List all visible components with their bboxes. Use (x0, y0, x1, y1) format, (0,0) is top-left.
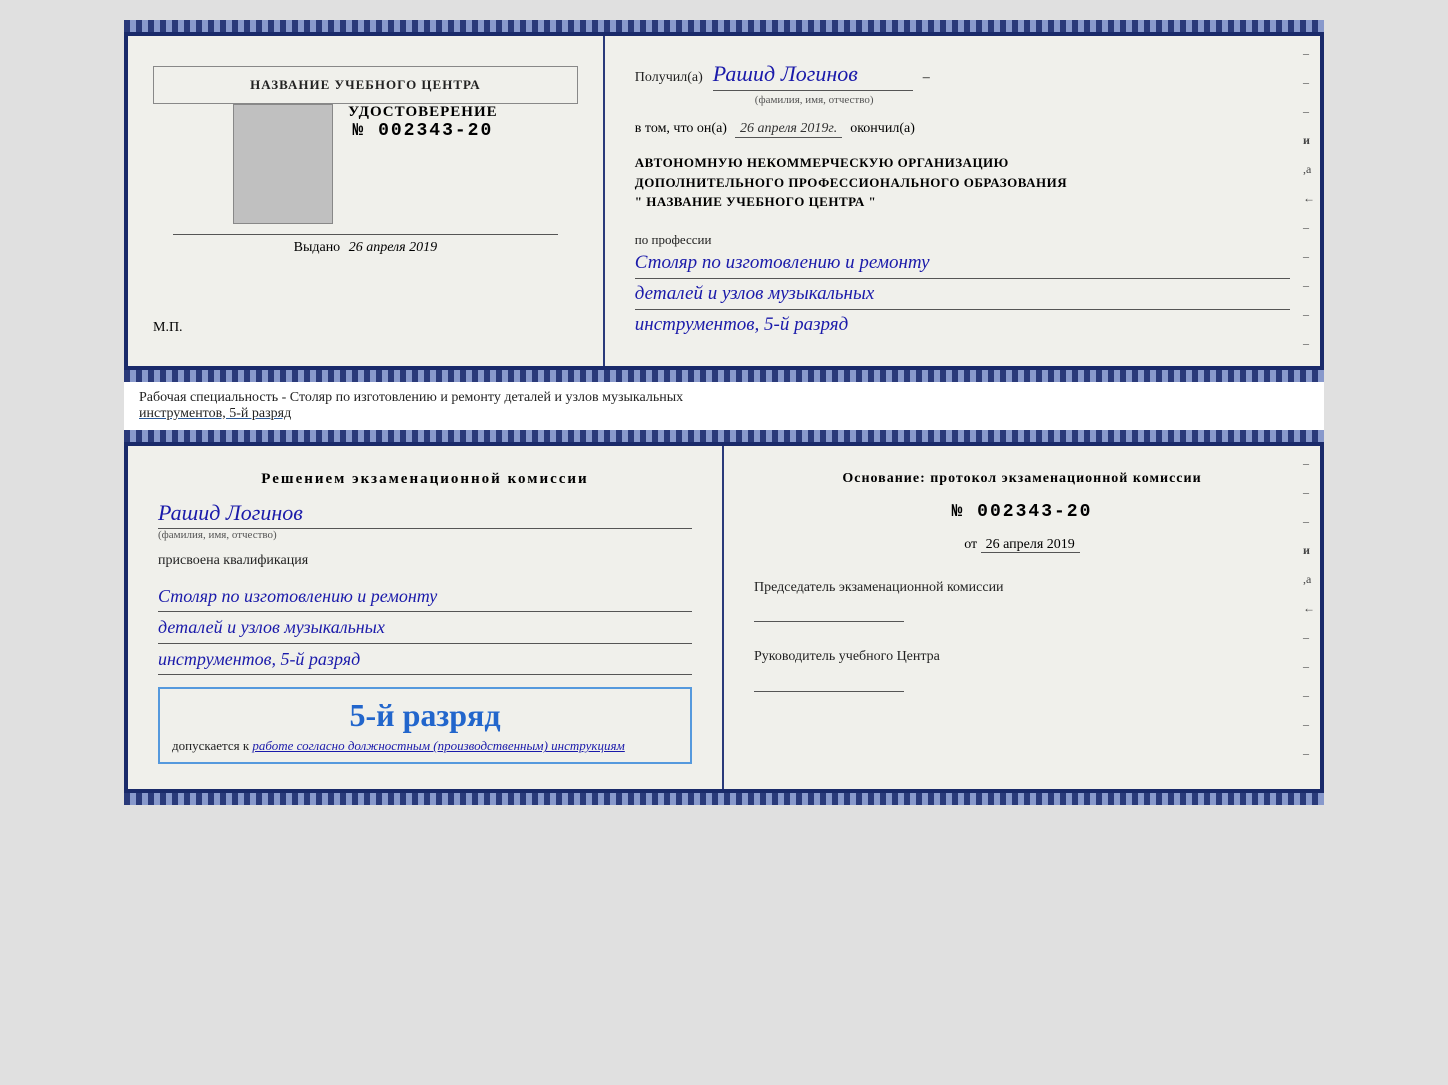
cert-right-panel: Получил(а) Рашид Логинов – (фамилия, имя… (605, 36, 1320, 366)
cert-doc-title: УДОСТОВЕРЕНИЕ № 002343-20 (348, 104, 498, 141)
profession-line3: инструментов, 5-й разряд (635, 310, 1290, 340)
admit-value: работе согласно должностным (производств… (252, 738, 624, 753)
cert-number: № 002343-20 (352, 121, 493, 141)
cert-date-section: Выдано 26 апреля 2019 (153, 234, 578, 256)
director-title: Руководитель учебного Центра (754, 647, 1290, 667)
admit-section: допускается к работе согласно должностны… (172, 738, 678, 754)
document-container: НАЗВАНИЕ УЧЕБНОГО ЦЕНТРА УДОСТОВЕРЕНИЕ №… (124, 20, 1324, 805)
specialty-line1: Рабочая специальность - Столяр по изгото… (139, 390, 683, 405)
rank-highlight-box: 5-й разряд допускается к работе согласно… (158, 687, 692, 764)
basis-label: Основание: протокол экзаменационной коми… (754, 471, 1290, 487)
final-border (124, 793, 1324, 805)
bottom-profession-section: Столяр по изготовлению и ремонту деталей… (158, 581, 692, 676)
top-certificate: НАЗВАНИЕ УЧЕБНОГО ЦЕНТРА УДОСТОВЕРЕНИЕ №… (124, 32, 1324, 370)
admit-label: допускается к (172, 738, 249, 753)
bottom-right-panel: Основание: протокол экзаменационной коми… (724, 446, 1320, 790)
bottom-left-panel: Решением экзаменационной комиссии Рашид … (128, 446, 724, 790)
from-label: от (964, 537, 977, 552)
issued-label: Выдано (294, 240, 341, 255)
profession-line2: деталей и узлов музыкальных (635, 279, 1290, 310)
chairman-section: Председатель экзаменационной комиссии (754, 578, 1290, 623)
profession-line1: Столяр по изготовлению и ремонту (635, 248, 1290, 279)
chairman-title: Председатель экзаменационной комиссии (754, 578, 1290, 598)
bottom-document: Решением экзаменационной комиссии Рашид … (124, 442, 1324, 794)
profession-label: по профессии (635, 232, 1290, 248)
bottom-prof-line1: Столяр по изготовлению и ремонту (158, 581, 692, 613)
from-date-value: 26 апреля 2019 (981, 537, 1080, 553)
dash1: – (923, 70, 930, 86)
org-name: АВТОНОМНУЮ НЕКОММЕРЧЕСКУЮ ОРГАНИЗАЦИЮ ДО… (635, 153, 1290, 212)
date-field: в том, что он(а) 26 апреля 2019г. окончи… (635, 121, 1290, 138)
rank-large: 5-й разряд (172, 697, 678, 734)
specialty-section: Рабочая специальность - Столяр по изгото… (124, 382, 1324, 430)
mp-stamp: М.П. (153, 320, 183, 336)
issued-date: Выдано 26 апреля 2019 (153, 240, 578, 256)
date-label: в том, что он(а) (635, 121, 727, 137)
bottom-person-name: Рашид Логинов (158, 500, 692, 529)
assigned-label: присвоена квалификация (158, 553, 692, 569)
cert-left-panel: НАЗВАНИЕ УЧЕБНОГО ЦЕНТРА УДОСТОВЕРЕНИЕ №… (128, 36, 605, 366)
school-name-top: НАЗВАНИЕ УЧЕБНОГО ЦЕНТРА (153, 66, 578, 104)
bottom-prof-line3: инструментов, 5-й разряд (158, 644, 692, 676)
bottom-person-subtext: (фамилия, имя, отчество) (158, 529, 692, 541)
specialty-line2: инструментов, 5-й разряд (139, 406, 1309, 422)
date-value: 26 апреля 2019г. (735, 121, 842, 138)
director-section: Руководитель учебного Центра (754, 647, 1290, 692)
org-line1: АВТОНОМНУЮ НЕКОММЕРЧЕСКУЮ ОРГАНИЗАЦИЮ (635, 153, 1290, 173)
right-decorations: – – – и ,а ← – – – – – (1303, 46, 1315, 351)
received-label: Получил(а) (635, 70, 703, 86)
chairman-signature-line (754, 602, 904, 622)
recipient-subtext: (фамилия, имя, отчество) (755, 94, 1290, 106)
udostoverenie-label: УДОСТОВЕРЕНИЕ (348, 104, 498, 121)
recipient-name: Рашид Логинов (713, 61, 913, 91)
recipient-field: Получил(а) Рашид Логинов – (фамилия, имя… (635, 61, 1290, 106)
profession-section: по профессии Столяр по изготовлению и ре… (635, 227, 1290, 341)
cert-middle-section: УДОСТОВЕРЕНИЕ № 002343-20 (233, 104, 498, 224)
bottom-person-section: Рашид Логинов (фамилия, имя, отчество) (158, 500, 692, 541)
org-line3: " НАЗВАНИЕ УЧЕБНОГО ЦЕНТРА " (635, 192, 1290, 212)
from-date-section: от 26 апреля 2019 (754, 537, 1290, 553)
bottom-top-border (124, 430, 1324, 442)
director-signature-line (754, 672, 904, 692)
protocol-number: № 002343-20 (754, 502, 1290, 522)
finished-label: окончил(а) (850, 121, 915, 137)
bottom-right-decorations: – – – и ,а ← – – – – – (1303, 456, 1315, 761)
photo-placeholder (233, 104, 333, 224)
bottom-prof-line2: деталей и узлов музыкальных (158, 612, 692, 644)
issued-date-value: 26 апреля 2019 (349, 240, 437, 255)
mid-border-pattern (124, 370, 1324, 382)
org-line2: ДОПОЛНИТЕЛЬНОГО ПРОФЕССИОНАЛЬНОГО ОБРАЗО… (635, 173, 1290, 193)
top-border-pattern (124, 20, 1324, 32)
commission-title: Решением экзаменационной комиссии (158, 471, 692, 488)
